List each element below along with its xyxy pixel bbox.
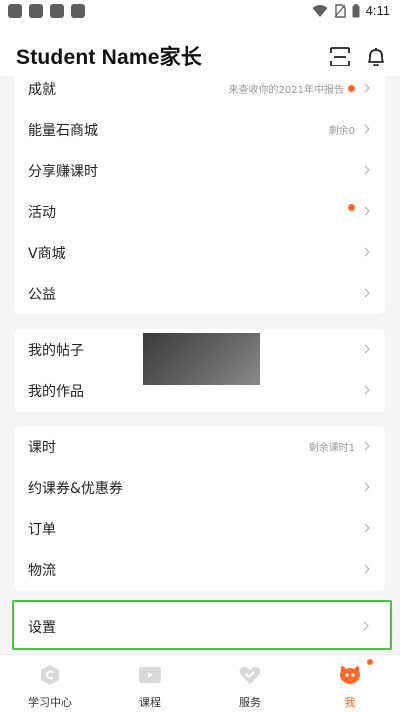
notification-icon bbox=[29, 4, 43, 18]
chevron-right-icon bbox=[364, 564, 370, 574]
menu-card-orders: 课时 剩余课时1 约课券&优惠券 订单 物流 bbox=[14, 426, 385, 591]
course-play-icon bbox=[139, 667, 161, 683]
service-heart-icon bbox=[239, 666, 261, 684]
menu-item-label: 公益 bbox=[28, 287, 56, 303]
chevron-right-icon bbox=[364, 83, 370, 93]
notification-icon bbox=[8, 4, 22, 18]
menu-item-label: 物流 bbox=[28, 563, 56, 579]
chevron-right-icon bbox=[364, 385, 370, 395]
menu-item-v-mall[interactable]: V商城 bbox=[14, 232, 385, 273]
menu-card-primary: 成就 来查收你的2021年中报告 能量石商城 剩余0 分享赚课时 活动 V商城 … bbox=[14, 66, 385, 314]
menu-item-share-earn[interactable]: 分享赚课时 bbox=[14, 150, 385, 191]
clock-time: 4:11 bbox=[365, 3, 390, 18]
menu-item-class-hours[interactable]: 课时 剩余课时1 bbox=[14, 426, 385, 467]
menu-item-label: 我的帖子 bbox=[28, 343, 84, 359]
tab-services[interactable]: 服务 bbox=[200, 655, 300, 712]
chevron-right-icon bbox=[364, 247, 370, 257]
menu-item-label: 设置 bbox=[28, 620, 56, 636]
tab-learning-center[interactable]: 学习中心 bbox=[0, 655, 100, 712]
chevron-right-icon bbox=[363, 621, 369, 631]
chevron-right-icon bbox=[364, 441, 370, 451]
redacted-overlay bbox=[143, 333, 260, 385]
bottom-tab-bar: 学习中心 课程 服务 我 bbox=[0, 654, 400, 712]
wifi-icon bbox=[312, 4, 328, 17]
tab-courses[interactable]: 课程 bbox=[100, 655, 200, 712]
tab-label: 学习中心 bbox=[28, 696, 72, 709]
tab-label: 我 bbox=[344, 696, 356, 709]
sim-icon bbox=[334, 3, 346, 18]
tab-label: 服务 bbox=[239, 696, 261, 709]
menu-item-label: 活动 bbox=[28, 205, 56, 221]
menu-item-achievement[interactable]: 成就 来查收你的2021年中报告 bbox=[14, 68, 385, 109]
tab-me[interactable]: 我 bbox=[300, 655, 400, 712]
notification-icon bbox=[71, 4, 85, 18]
chevron-right-icon bbox=[364, 523, 370, 533]
scan-icon[interactable] bbox=[329, 46, 351, 68]
menu-item-label: 订单 bbox=[28, 522, 56, 538]
menu-item-hint: 剩余0 bbox=[328, 126, 355, 137]
chevron-right-icon bbox=[364, 288, 370, 298]
tab-label: 课程 bbox=[139, 696, 161, 709]
menu-item-orders[interactable]: 订单 bbox=[14, 508, 385, 549]
me-cat-icon bbox=[340, 666, 360, 684]
unread-dot bbox=[348, 204, 355, 211]
bell-icon[interactable] bbox=[365, 46, 387, 68]
chevron-right-icon bbox=[364, 482, 370, 492]
menu-item-logistics[interactable]: 物流 bbox=[14, 549, 385, 590]
menu-item-activity[interactable]: 活动 bbox=[14, 191, 385, 232]
battery-icon bbox=[352, 3, 360, 17]
chevron-right-icon bbox=[364, 165, 370, 175]
menu-item-label: 成就 bbox=[28, 82, 56, 98]
menu-item-label: 能量石商城 bbox=[28, 123, 98, 139]
chevron-right-icon bbox=[364, 344, 370, 354]
chevron-right-icon bbox=[364, 124, 370, 134]
menu-item-charity[interactable]: 公益 bbox=[14, 273, 385, 314]
status-bar: 4:11 bbox=[0, 0, 400, 24]
menu-item-settings[interactable]: 设置 bbox=[12, 600, 392, 650]
menu-item-label: 课时 bbox=[28, 440, 56, 456]
unread-dot bbox=[348, 85, 355, 92]
notification-dot bbox=[367, 659, 373, 665]
menu-item-label: 约课券&优惠券 bbox=[28, 481, 123, 497]
menu-item-coupons[interactable]: 约课券&优惠券 bbox=[14, 467, 385, 508]
menu-item-label: 我的作品 bbox=[28, 384, 84, 400]
menu-item-label: V商城 bbox=[28, 246, 66, 262]
menu-item-hint: 来查收你的2021年中报告 bbox=[228, 85, 344, 96]
learning-center-icon bbox=[41, 665, 59, 685]
chevron-right-icon bbox=[364, 206, 370, 216]
menu-item-label: 分享赚课时 bbox=[28, 164, 98, 180]
menu-item-energy-store[interactable]: 能量石商城 剩余0 bbox=[14, 109, 385, 150]
menu-item-hint: 剩余课时1 bbox=[308, 443, 355, 454]
notification-icon bbox=[50, 4, 64, 18]
